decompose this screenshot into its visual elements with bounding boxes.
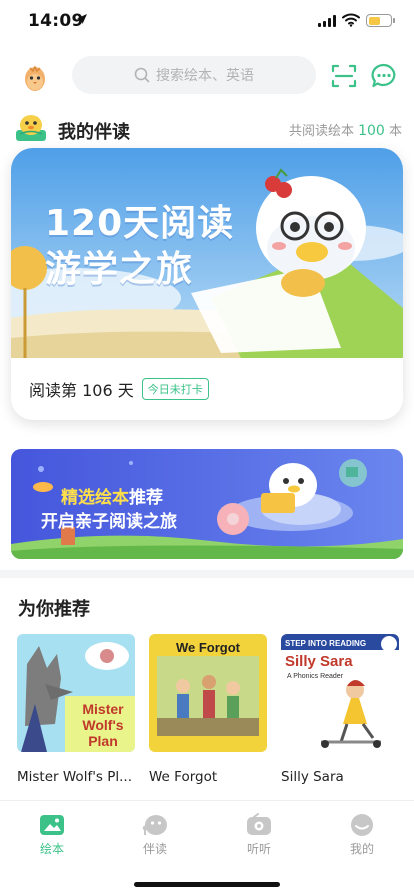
wifi-icon <box>342 13 360 27</box>
tab-profile[interactable]: 我的 <box>332 813 392 857</box>
book-title: Mister Wolf's Pl... <box>17 769 132 785</box>
book-card-we-forgot[interactable]: We Forgot We Forgot <box>149 634 267 785</box>
picture-book-icon <box>40 815 64 835</box>
reading-day-text: 阅读第 106 天 <box>29 381 134 400</box>
book-cover: Mister Wolf's Plan <box>17 634 135 752</box>
tab-label: 绘本 <box>39 842 64 856</box>
search-icon <box>134 67 150 83</box>
tab-label: 听听 <box>246 842 271 856</box>
book-cover: STEP INTO READING Silly Sara A Phonics R… <box>281 634 399 752</box>
message-icon[interactable] <box>370 62 398 90</box>
search-input[interactable]: 搜索绘本、英语 <box>72 56 316 94</box>
home-indicator <box>134 882 280 887</box>
book-title: We Forgot <box>149 769 218 785</box>
companion-section-header: 我的伴读 共阅读绘本 100 本 <box>0 110 414 146</box>
companion-title: 我的伴读 <box>58 122 130 143</box>
svg-text:Mister: Mister <box>82 701 124 717</box>
svg-text:Wolf's: Wolf's <box>82 717 123 733</box>
status-bar: 14:09 <box>0 0 414 44</box>
promo-banner[interactable]: 精选绘本推荐 开启亲子阅读之旅 <box>11 449 403 559</box>
book-title: Silly Sara <box>281 769 344 785</box>
scan-icon[interactable] <box>330 62 358 90</box>
svg-text:Plan: Plan <box>88 733 118 749</box>
svg-text:Silly Sara: Silly Sara <box>285 653 353 670</box>
recommend-title: 为你推荐 <box>18 599 90 620</box>
tab-listen[interactable]: 听听 <box>229 813 289 857</box>
book-card-mister-wolf[interactable]: Mister Wolf's Plan Mister Wolf's Pl... <box>17 634 135 785</box>
promo-line-1: 精选绘本推荐 <box>61 488 163 508</box>
read-count: 共阅读绘本 100 本 <box>288 123 402 139</box>
reading-plan-banner: 120天阅读 游学之旅 <box>11 148 403 358</box>
checkin-status-badge: 今日未打卡 <box>141 378 209 400</box>
book-card-silly-sara[interactable]: STEP INTO READING Silly Sara A Phonics R… <box>281 634 399 785</box>
svg-text:STEP INTO READING: STEP INTO READING <box>285 639 366 648</box>
duck-mascot-icon <box>16 115 46 141</box>
radio-icon <box>247 813 271 835</box>
battery-tip <box>393 18 395 23</box>
reading-plan-card[interactable]: 120天阅读 游学之旅 阅读第 106 天 今日未打卡 <box>11 148 403 420</box>
read-count-value: 100 <box>358 123 385 139</box>
tab-label: 我的 <box>349 842 374 856</box>
cellular-signal-icon <box>318 15 336 27</box>
banner-title-line-1: 120天阅读 <box>45 203 235 244</box>
tab-label: 伴读 <box>142 842 167 856</box>
location-arrow-icon <box>77 14 87 24</box>
search-placeholder: 搜索绘本、英语 <box>156 68 254 84</box>
tab-companion[interactable]: 伴读 <box>125 813 185 857</box>
top-bar: 搜索绘本、英语 <box>0 56 414 96</box>
battery-icon <box>366 14 392 27</box>
tab-picture-books[interactable]: 绘本 <box>22 813 82 857</box>
promo-line-2: 开启亲子阅读之旅 <box>41 512 177 532</box>
companion-icon <box>142 815 167 835</box>
svg-text:A Phonics Reader: A Phonics Reader <box>287 673 344 680</box>
egg-avatar-icon[interactable] <box>22 64 48 92</box>
profile-icon <box>351 814 373 836</box>
book-cover: We Forgot <box>149 634 267 752</box>
svg-text:We Forgot: We Forgot <box>176 640 241 655</box>
reading-plan-footer: 阅读第 106 天 今日未打卡 <box>11 358 403 420</box>
banner-title-line-2: 游学之旅 <box>45 249 194 290</box>
section-divider <box>0 570 414 578</box>
